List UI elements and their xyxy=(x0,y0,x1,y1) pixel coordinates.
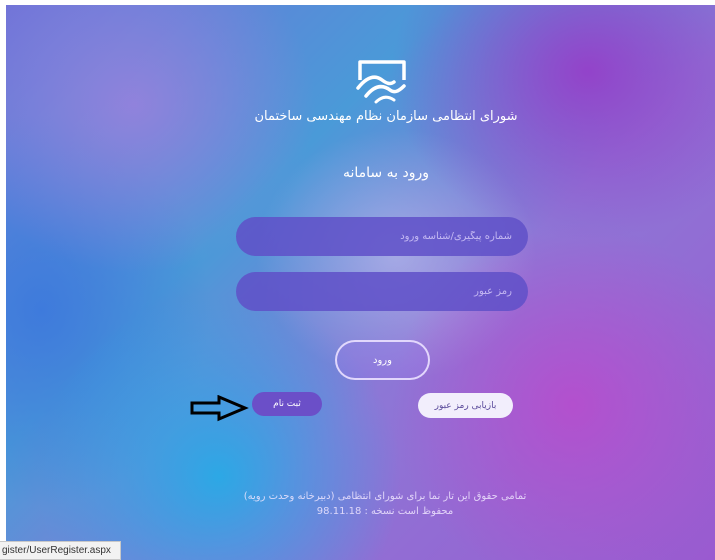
login-button[interactable]: ورود xyxy=(335,340,430,380)
version-line: محفوظ است نسخه : 98.11.18 xyxy=(316,506,454,517)
organization-name: شورای انتظامی سازمان نظام مهندسی ساختمان xyxy=(254,109,518,124)
tracking-id-input[interactable] xyxy=(236,217,528,256)
password-input[interactable] xyxy=(236,272,528,311)
login-title: ورود به سامانه xyxy=(343,165,429,181)
status-bar-url: gister/UserRegister.aspx xyxy=(0,541,121,560)
copyright-line: تمامی حقوق این تار نما برای شورای انتظام… xyxy=(243,491,527,502)
register-button[interactable]: ثبت نام xyxy=(252,392,322,416)
recover-password-button[interactable]: بازیابی رمز عبور xyxy=(418,393,513,418)
copyright-footer: تمامی حقوق این تار نما برای شورای انتظام… xyxy=(220,489,550,519)
right-arrow-icon xyxy=(190,395,249,422)
handshake-building-icon xyxy=(356,60,406,104)
